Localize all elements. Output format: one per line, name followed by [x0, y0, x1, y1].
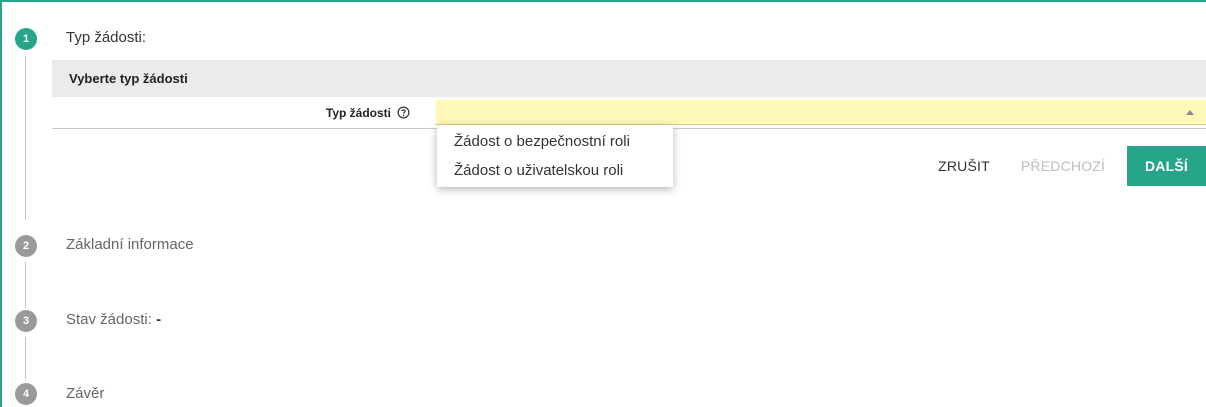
request-type-label: Typ žádosti [326, 97, 410, 128]
step-3-value: - [156, 311, 162, 328]
step-3-title: Stav žádosti: [66, 311, 152, 328]
request-type-select[interactable] [436, 100, 1206, 125]
cancel-button[interactable]: ZRUŠIT [926, 146, 1002, 186]
caret-up-icon[interactable] [1186, 110, 1194, 115]
request-type-dropdown: Žádost o bezpečnostní roli Žádost o uživ… [437, 125, 673, 187]
step-2-title[interactable]: Základní informace [66, 236, 194, 253]
step-3-title-row[interactable]: Stav žádosti: - [66, 311, 161, 328]
section-header: Vyberte typ žádosti [52, 60, 1206, 97]
step-1-title: Typ žádosti: [66, 29, 147, 46]
help-circle-icon[interactable] [397, 106, 410, 119]
dropdown-option-security-role[interactable]: Žádost o bezpečnostní roli [437, 127, 673, 156]
step-2-number: 2 [15, 235, 37, 257]
step-3-number: 3 [15, 310, 37, 332]
next-button[interactable]: DALŠÍ [1127, 146, 1206, 186]
step-connector [25, 337, 26, 379]
request-type-label-text: Typ žádosti [325, 105, 391, 120]
step-4-number: 4 [15, 383, 37, 405]
step-4-title[interactable]: Závěr [66, 385, 104, 402]
previous-button[interactable]: PŘEDCHOZÍ [1010, 146, 1116, 186]
step-connector [25, 262, 26, 308]
dropdown-option-user-role[interactable]: Žádost o uživatelskou roli [437, 156, 673, 185]
step-connector [25, 56, 26, 220]
section-header-text: Vyberte typ žádosti [69, 71, 188, 86]
step-1-number: 1 [15, 28, 37, 50]
